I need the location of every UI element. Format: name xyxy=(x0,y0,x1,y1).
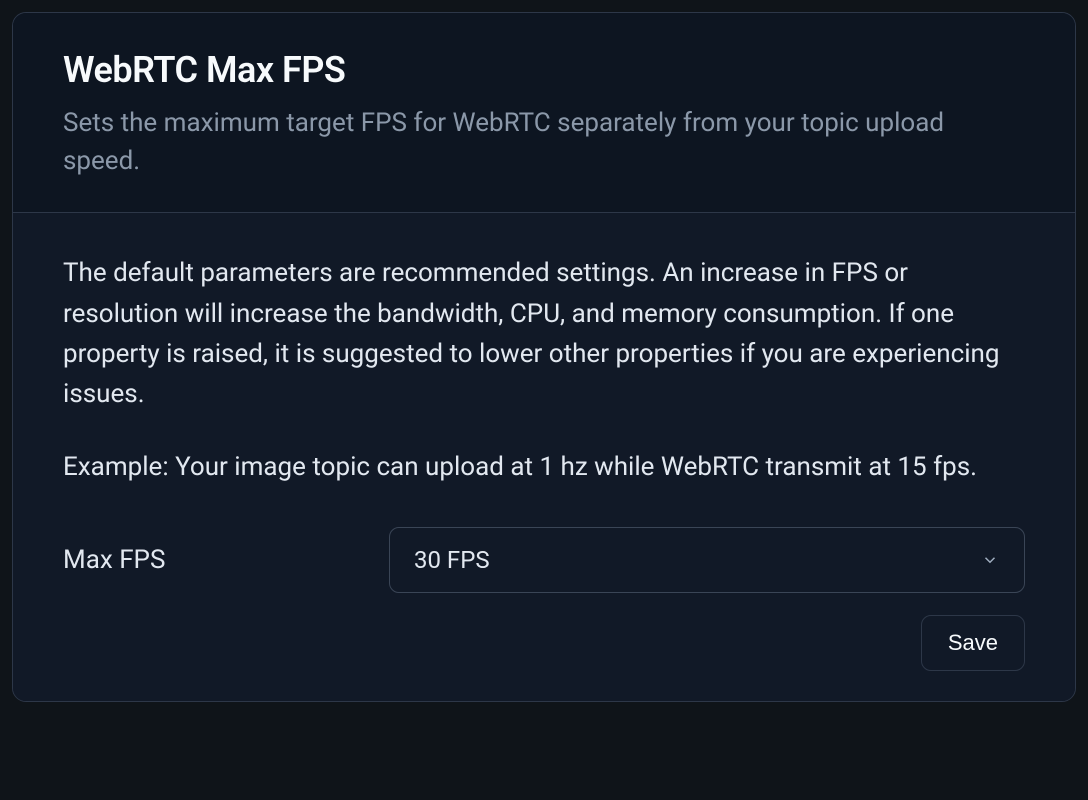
description-text: The default parameters are recommended s… xyxy=(63,253,1025,414)
max-fps-select-wrapper: 30 FPS xyxy=(389,527,1025,593)
card-header: WebRTC Max FPS Sets the maximum target F… xyxy=(13,13,1075,213)
max-fps-label: Max FPS xyxy=(63,545,389,575)
card-title: WebRTC Max FPS xyxy=(63,49,1025,91)
button-row: Save xyxy=(63,615,1025,671)
card-subtitle: Sets the maximum target FPS for WebRTC s… xyxy=(63,105,1025,180)
card-body: The default parameters are recommended s… xyxy=(13,213,1075,700)
save-button[interactable]: Save xyxy=(921,615,1025,671)
example-text: Example: Your image topic can upload at … xyxy=(63,447,1025,487)
max-fps-select[interactable]: 30 FPS xyxy=(389,527,1025,593)
max-fps-row: Max FPS 30 FPS xyxy=(63,527,1025,593)
max-fps-value: 30 FPS xyxy=(414,546,490,574)
settings-card: WebRTC Max FPS Sets the maximum target F… xyxy=(12,12,1076,702)
chevron-down-icon xyxy=(980,550,1000,570)
